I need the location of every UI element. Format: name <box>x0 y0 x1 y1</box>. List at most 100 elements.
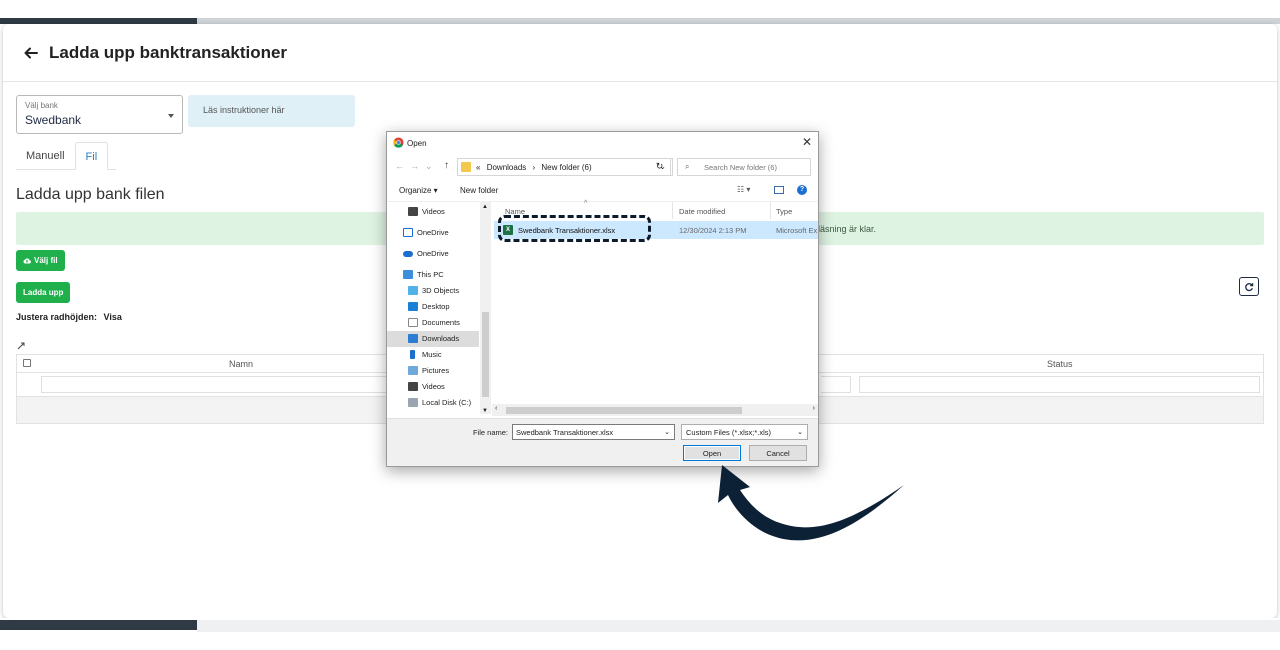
nav-item-label: Videos <box>422 382 445 391</box>
help-icon[interactable]: ? <box>797 185 807 195</box>
nav-item-3d-objects[interactable]: 3D Objects <box>387 283 479 299</box>
back-arrow-icon[interactable] <box>23 45 39 61</box>
column-header-type[interactable]: Type <box>776 207 792 216</box>
address-row: ←→⌄ ↑ « Downloads › New folder (6) ⌄ ↻ ⌕… <box>387 156 818 178</box>
cloud-upload-icon <box>23 258 31 264</box>
download-icon <box>408 334 418 343</box>
select-all-checkbox[interactable] <box>23 359 31 367</box>
breadcrumb-new-folder[interactable]: New folder (6) <box>541 163 591 172</box>
nav-scrollbar[interactable]: ▲ ▼ <box>480 202 491 414</box>
nav-item-this-pc[interactable]: This PC <box>387 267 479 283</box>
music-icon <box>410 350 415 359</box>
close-icon[interactable]: ✕ <box>802 135 812 149</box>
tab-manuell[interactable]: Manuell <box>16 142 75 169</box>
file-date: 12/30/2024 2:13 PM <box>679 226 747 235</box>
filter-input[interactable] <box>821 376 851 393</box>
column-divider[interactable] <box>770 202 771 219</box>
nav-item-onedrive-2[interactable]: OneDrive <box>387 246 479 262</box>
folder-search-input[interactable]: ⌕ Search New folder (6) <box>677 158 811 176</box>
chevron-down-icon[interactable]: ⌄ <box>664 428 670 436</box>
column-divider[interactable] <box>672 202 673 219</box>
caret-down-icon <box>168 114 174 118</box>
expand-icon[interactable] <box>17 342 25 350</box>
nav-item-videos-top[interactable]: Videos <box>387 204 479 220</box>
choose-file-button[interactable]: Välj fil <box>16 250 65 271</box>
cloud-icon <box>403 251 413 257</box>
dialog-toolbar: Organize ▾ New folder ☷ ▾ ? <box>387 180 818 202</box>
card-header: Ladda upp banktransaktioner <box>3 24 1277 82</box>
nav-item-videos[interactable]: Videos <box>387 379 479 395</box>
view-options-icon[interactable]: ☷ ▾ <box>737 185 750 194</box>
file-type-filter[interactable]: Custom Files (*.xlsx;*.xls) ⌄ <box>681 424 808 440</box>
search-icon: ⌕ <box>685 162 690 171</box>
browser-top-strip <box>0 0 1280 24</box>
upload-tabs: Manuell Fil <box>16 142 116 170</box>
section-title: Ladda upp bank filen <box>16 186 165 203</box>
bank-select-value: Swedbank <box>25 113 82 127</box>
scroll-left-icon[interactable]: ‹ <box>495 405 497 412</box>
tab-fil[interactable]: Fil <box>74 142 109 170</box>
new-folder-button[interactable]: New folder <box>460 186 498 195</box>
nav-item-label: Music <box>422 350 442 359</box>
up-arrow-icon[interactable]: ↑ <box>444 160 449 171</box>
column-header-status[interactable]: Status <box>1047 359 1073 369</box>
nav-item-desktop[interactable]: Desktop <box>387 299 479 315</box>
instructions-link[interactable]: Läs instruktioner här <box>188 95 355 127</box>
status-filter-input[interactable] <box>859 376 1260 393</box>
column-header-date[interactable]: Date modified <box>679 207 725 216</box>
success-message: läsning är klar. <box>818 224 877 234</box>
computer-icon <box>403 270 413 279</box>
dialog-titlebar: Open ✕ <box>387 132 818 154</box>
file-type: Microsoft Ex <box>776 226 818 235</box>
file-highlight-annotation <box>498 215 651 242</box>
nav-item-local-disk[interactable]: Local Disk (C:) <box>387 395 479 411</box>
column-header-name[interactable]: Namn <box>229 359 253 369</box>
name-filter-input[interactable] <box>41 376 387 393</box>
video-icon <box>408 382 418 391</box>
scroll-thumb[interactable] <box>482 312 489 397</box>
file-name-value: Swedbank Transaktioner.xlsx <box>516 428 614 437</box>
chrome-icon <box>393 137 404 148</box>
onedrive-icon <box>403 228 413 237</box>
nav-item-onedrive-1[interactable]: OneDrive <box>387 225 479 241</box>
video-icon <box>408 207 418 216</box>
breadcrumb-downloads[interactable]: Downloads <box>487 163 527 172</box>
upload-button[interactable]: Ladda upp <box>16 282 71 303</box>
organize-menu[interactable]: Organize ▾ <box>399 186 438 195</box>
scroll-right-icon[interactable]: › <box>813 405 815 412</box>
bank-select-label: Välj bank <box>25 101 58 110</box>
file-name-input[interactable]: Swedbank Transaktioner.xlsx ⌄ <box>512 424 675 440</box>
nav-item-label: Videos <box>422 207 445 216</box>
back-forward-icon[interactable]: ←→⌄ <box>395 161 439 172</box>
scroll-up-icon[interactable]: ▲ <box>482 204 488 210</box>
row-height-control: Justera radhöjden: Visa <box>16 312 122 322</box>
nav-item-label: OneDrive <box>417 228 449 237</box>
cube-icon <box>408 286 418 295</box>
chevron-down-icon[interactable]: ⌄ <box>797 428 803 436</box>
address-bar[interactable]: « Downloads › New folder (6) ⌄ <box>457 158 673 176</box>
nav-item-downloads[interactable]: Downloads <box>387 331 479 347</box>
nav-item-pictures[interactable]: Pictures <box>387 363 479 379</box>
desktop-icon <box>408 302 418 311</box>
nav-item-label: OneDrive <box>417 249 449 258</box>
nav-item-label: Local Disk (C:) <box>422 398 472 407</box>
browser-bottom-strip <box>0 618 1280 650</box>
nav-item-music[interactable]: Music <box>387 347 479 363</box>
scroll-thumb[interactable] <box>506 407 742 414</box>
dialog-title: Open <box>407 139 427 148</box>
bank-select[interactable]: Välj bank Swedbank <box>16 95 183 134</box>
horizontal-scrollbar[interactable]: ‹ › <box>492 404 818 416</box>
picture-icon <box>408 366 418 375</box>
refresh-folder-icon[interactable]: ↻ <box>649 158 671 176</box>
breadcrumb-overflow[interactable]: « <box>476 163 480 172</box>
nav-item-label: Desktop <box>422 302 450 311</box>
row-height-toggle[interactable]: Visa <box>104 312 122 322</box>
scroll-down-icon[interactable]: ▼ <box>482 408 488 414</box>
nav-item-documents[interactable]: Documents <box>387 315 479 331</box>
nav-item-label: Pictures <box>422 366 450 375</box>
choose-file-label: Välj fil <box>34 256 58 265</box>
refresh-button[interactable] <box>1239 277 1259 296</box>
navigation-pane: Videos OneDrive OneDrive This PC 3D Obje… <box>387 202 491 417</box>
disk-icon <box>408 398 418 407</box>
preview-pane-icon[interactable] <box>774 186 784 194</box>
